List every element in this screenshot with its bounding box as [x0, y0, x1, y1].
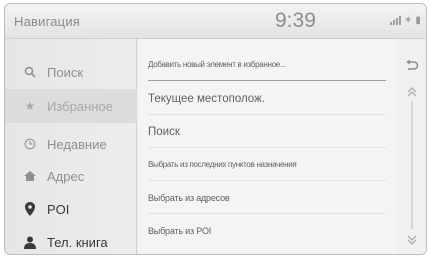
chevron-down-icon [407, 232, 417, 250]
scroll-column [396, 39, 426, 254]
screen-title: Навигация [14, 14, 81, 29]
address-icon [19, 170, 41, 182]
list-item-label: Текущее местополож. [148, 92, 265, 105]
back-button[interactable] [396, 59, 426, 77]
list-item-from-poi[interactable]: Выбрать из POI [148, 215, 386, 247]
sidebar-item-label: Недавние [47, 136, 107, 152]
sidebar-item-poi[interactable]: POI [5, 192, 137, 226]
sidebar: Поиск ★ Избранное Недавние Адрес POI Тел… [5, 39, 137, 254]
scroll-up-button[interactable] [396, 84, 426, 102]
sidebar-item-label: Тел. книга [47, 234, 108, 250]
poi-pin-icon [19, 202, 41, 216]
list-item-label: Выбрать из POI [148, 226, 212, 236]
clock: 9:39 [275, 9, 316, 32]
list-item-add-favorite[interactable]: Добавить новый элемент в избранное... [148, 49, 386, 81]
battery-icon: ▮ [415, 15, 421, 26]
chevron-up-icon [407, 84, 417, 102]
sidebar-item-search[interactable]: Поиск [5, 55, 137, 89]
sidebar-item-label: Поиск [47, 64, 84, 80]
scroll-down-button[interactable] [396, 232, 426, 250]
list-item-search[interactable]: Поиск [148, 116, 386, 148]
sidebar-item-phonebook[interactable]: Тел. книга [5, 225, 137, 254]
list-item-label: Выбрать из последних пунктов назначения [148, 160, 297, 169]
scrollbar-track[interactable] [411, 101, 413, 229]
sidebar-item-label: Адрес [47, 168, 85, 184]
sidebar-item-label: POI [47, 201, 70, 217]
person-icon [19, 236, 41, 249]
list-item-from-addresses[interactable]: Выбрать из адресов [148, 182, 386, 214]
sidebar-item-favorites[interactable]: ★ Избранное [5, 89, 137, 123]
screen-frame: Навигация 9:39 ✶ ▮ Поиск ★ Избранное Нед… [4, 3, 427, 255]
star-icon: ★ [24, 99, 36, 113]
list-item-current-location[interactable]: Текущее местополож. [148, 83, 386, 115]
back-arrow-icon [405, 59, 419, 77]
clock-icon [19, 138, 41, 150]
destination-list: Добавить новый элемент в избранное... Те… [138, 39, 396, 254]
header-bar: Навигация 9:39 ✶ ▮ [5, 4, 426, 39]
list-item-recent-destinations[interactable]: Выбрать из последних пунктов назначения [148, 149, 386, 181]
sidebar-item-label: Избранное [47, 98, 113, 114]
sidebar-item-address[interactable]: Адрес [5, 159, 137, 193]
status-icons: ✶ ▮ [390, 15, 421, 26]
sidebar-item-recent[interactable]: Недавние [5, 127, 137, 161]
search-icon [19, 66, 41, 78]
list-item-label: Добавить новый элемент в избранное... [148, 60, 286, 69]
bluetooth-icon: ✶ [404, 15, 413, 26]
list-item-label: Поиск [148, 125, 180, 138]
signal-icon [390, 16, 401, 25]
list-item-label: Выбрать из адресов [148, 192, 230, 203]
